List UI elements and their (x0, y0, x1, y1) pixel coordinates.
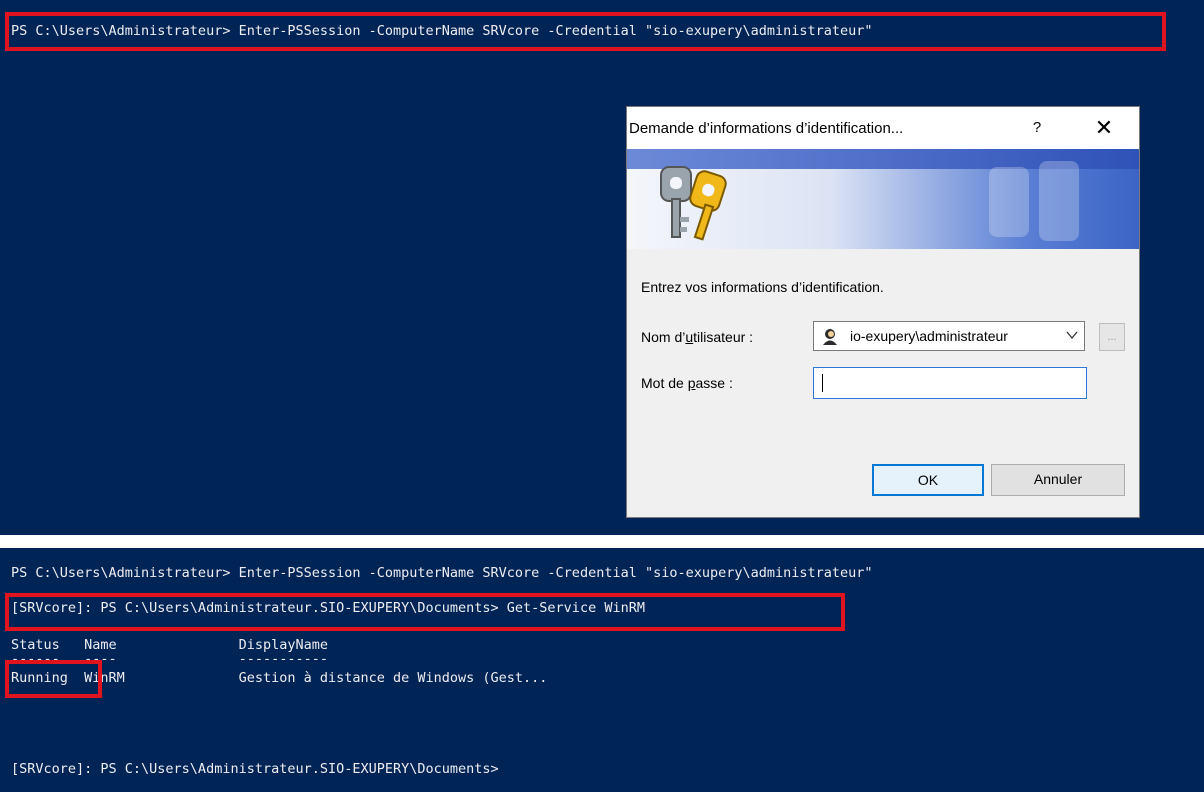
command-line: PS C:\Users\Administrateur> Enter-PSSess… (11, 565, 873, 581)
keys-icon (660, 166, 727, 241)
password-label-part: Mot de (641, 375, 688, 391)
powershell-console-bottom[interactable]: PS C:\Users\Administrateur> Enter-PSSess… (0, 548, 1204, 792)
password-input[interactable] (813, 367, 1087, 399)
password-label-part: asse : (695, 375, 733, 391)
password-label: Mot de passe : (641, 375, 733, 391)
user-avatar-icon (823, 329, 837, 345)
close-button[interactable]: ✕ (1089, 115, 1119, 141)
highlight-box-get-service (5, 593, 845, 631)
dialog-prompt: Entrez vos informations d’identification… (641, 279, 884, 295)
help-button[interactable]: ? (1027, 117, 1047, 139)
cancel-button[interactable]: Annuler (991, 464, 1125, 496)
ok-button[interactable]: OK (872, 464, 984, 496)
username-label-part: Nom d’ (641, 329, 686, 345)
dialog-banner (627, 149, 1139, 249)
dialog-title: Demande d’informations d’identification.… (629, 120, 904, 137)
highlight-box-command (5, 12, 1166, 51)
dialog-titlebar[interactable]: Demande d’informations d’identification.… (627, 107, 1139, 149)
prompt-line: [SRVcore]: PS C:\Users\Administrateur.SI… (11, 761, 499, 777)
username-value: io-exupery\administrateur (850, 328, 1008, 344)
username-combobox[interactable]: io-exupery\administrateur (813, 321, 1085, 351)
password-label-accel: p (687, 375, 696, 391)
username-label: Nom d’utilisateur : (641, 329, 753, 345)
credential-dialog: Demande d’informations d’identification.… (626, 106, 1140, 518)
username-label-part: tilisateur : (693, 329, 754, 345)
username-label-accel: u (685, 329, 694, 345)
chevron-down-icon[interactable] (1066, 328, 1078, 342)
text-caret (822, 374, 823, 392)
keys-watermark-icon (989, 161, 1079, 241)
highlight-box-running (5, 660, 102, 698)
browse-button[interactable]: ... (1099, 323, 1125, 351)
